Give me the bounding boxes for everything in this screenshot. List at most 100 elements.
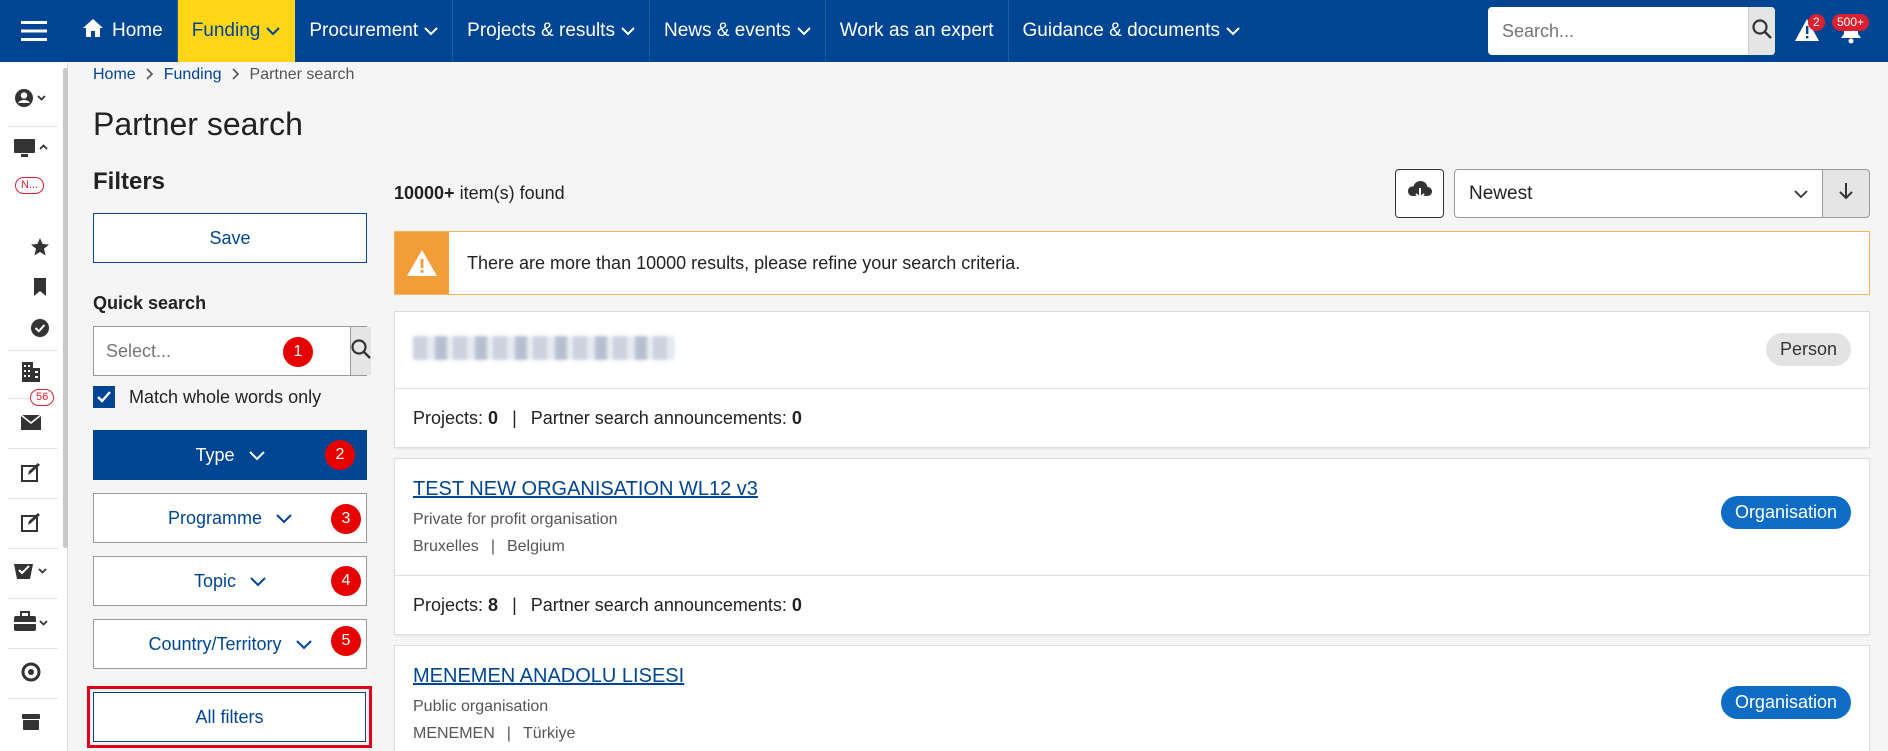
nav-funding[interactable]: Funding <box>177 0 296 62</box>
rail-edit-2[interactable] <box>0 502 62 546</box>
building-icon <box>21 361 41 388</box>
result-title-link[interactable]: MENEMEN ANADOLU LISESI <box>413 665 1851 688</box>
projects-label: Projects: <box>413 407 484 428</box>
breadcrumb-home[interactable]: Home <box>93 66 136 84</box>
bookmark-icon <box>32 277 48 302</box>
edit-icon <box>21 512 41 537</box>
results-count: 10000+ item(s) found <box>394 183 565 204</box>
topic-filter-label: Topic <box>193 570 237 591</box>
organisation-type: Public organisation <box>413 698 549 715</box>
step-badge-4: 4 <box>331 566 361 596</box>
global-search <box>1488 7 1775 55</box>
nav-projects-label: Projects & results <box>467 20 615 41</box>
nav-projects-results[interactable]: Projects & results <box>453 0 650 62</box>
nav-work-as-expert[interactable]: Work as an expert <box>826 0 1009 62</box>
sort-select[interactable]: Newest <box>1454 169 1823 218</box>
country: Belgium <box>506 538 565 555</box>
global-search-input[interactable] <box>1488 7 1748 55</box>
menu-icon[interactable] <box>0 0 68 62</box>
nav-expert-label: Work as an expert <box>839 20 994 41</box>
sort-direction-button[interactable] <box>1822 169 1870 218</box>
city: Bruxelles <box>413 538 479 555</box>
rail-archive[interactable] <box>0 702 62 746</box>
projects-count: 0 <box>488 407 499 428</box>
cloud-download-icon <box>1407 180 1433 207</box>
rail-my-area[interactable] <box>0 128 62 172</box>
result-title-link[interactable]: TEST NEW ORGANISATION WL12 v3 <box>413 478 1851 501</box>
announcements-count: 0 <box>791 594 802 615</box>
nav-procurement-label: Procurement <box>309 20 419 41</box>
country: Türkiye <box>522 725 576 742</box>
rail-account[interactable] <box>0 78 62 122</box>
search-icon <box>1752 18 1772 44</box>
topic-filter-button[interactable]: Topic <box>93 556 367 606</box>
star-icon <box>30 237 50 262</box>
edit-icon <box>21 462 41 487</box>
quick-search-button[interactable] <box>350 327 371 375</box>
rail-scrollbar[interactable] <box>63 68 68 548</box>
rail-support[interactable] <box>0 652 62 696</box>
nav-guidance-label: Guidance & documents <box>1022 20 1221 41</box>
result-card: Person Projects: 0 | Partner search anno… <box>394 311 1870 448</box>
quick-search-label: Quick search <box>93 293 207 313</box>
match-whole-words-row[interactable]: Match whole words only <box>93 386 321 408</box>
rail-completed[interactable] <box>10 315 70 345</box>
projects-count: 8 <box>488 594 499 615</box>
chevron-right-icon <box>146 67 154 84</box>
rail-briefcase[interactable] <box>0 602 62 646</box>
nav-news-label: News & events <box>663 20 791 41</box>
result-card: TEST NEW ORGANISATION WL12 v3 Private fo… <box>394 458 1870 635</box>
search-icon <box>351 338 371 364</box>
result-card: MENEMEN ANADOLU LISESI Public organisati… <box>394 645 1870 751</box>
chevron-right-icon <box>231 67 240 84</box>
chevron-down-icon <box>276 508 292 529</box>
rail-messages[interactable] <box>0 402 62 446</box>
rail-favourites[interactable] <box>10 234 70 264</box>
notifications-button[interactable]: 500+ <box>1832 14 1870 49</box>
match-whole-words-checkbox[interactable] <box>93 386 115 408</box>
nav-news-events[interactable]: News & events <box>650 0 826 62</box>
rail-edit[interactable] <box>0 452 62 496</box>
user-circle-icon <box>14 88 48 113</box>
chevron-down-icon <box>266 20 281 42</box>
bell-icon <box>1838 20 1864 48</box>
nav-procurement[interactable]: Procurement <box>295 0 454 62</box>
left-rail: N... 56 <box>0 62 68 751</box>
filters-heading: Filters <box>93 168 166 195</box>
organisation-type: Private for profit organisation <box>413 511 618 528</box>
sort-select-value: Newest <box>1469 182 1533 204</box>
check-circle-icon <box>30 318 50 343</box>
breadcrumb-funding[interactable]: Funding <box>164 66 222 84</box>
step-badge-5: 5 <box>331 626 361 656</box>
chevron-down-icon <box>621 20 635 42</box>
tasks-icon <box>13 561 49 588</box>
type-tag: Organisation <box>1720 686 1851 719</box>
country-filter-label: Country/Territory <box>148 633 282 654</box>
chevron-down-icon <box>796 20 811 42</box>
results-count-suffix: item(s) found <box>454 183 565 203</box>
alerts-button[interactable]: 2 <box>1794 14 1825 47</box>
all-filters-button[interactable]: All filters <box>93 692 366 742</box>
alerts-count-badge: 2 <box>1808 14 1825 31</box>
match-whole-words-label: Match whole words only <box>129 386 322 407</box>
results-count-number: 10000+ <box>394 183 455 203</box>
envelope-icon <box>20 413 42 436</box>
rail-bookmarks[interactable] <box>10 274 70 304</box>
nav-home[interactable]: Home <box>68 0 178 62</box>
breadcrumb-current: Partner search <box>249 66 355 83</box>
step-badge-3: 3 <box>331 504 361 534</box>
chevron-down-icon <box>1794 183 1808 205</box>
notifications-count-badge: 500+ <box>1832 14 1870 31</box>
nav-guidance-documents[interactable]: Guidance & documents <box>1009 0 1255 62</box>
top-navigation: Home Funding Procurement Projects & resu… <box>0 0 1888 62</box>
country-filter-button[interactable]: Country/Territory <box>93 619 367 669</box>
programme-filter-button[interactable]: Programme <box>93 493 367 543</box>
download-button[interactable] <box>1395 169 1444 218</box>
rail-organisations[interactable] <box>0 352 62 396</box>
projects-label: Projects: <box>413 594 484 615</box>
new-badge: N... <box>15 177 45 194</box>
global-search-button[interactable] <box>1748 7 1775 55</box>
rail-tasks[interactable] <box>0 552 62 596</box>
save-button[interactable]: Save <box>93 213 367 263</box>
page-title: Partner search <box>93 106 303 142</box>
